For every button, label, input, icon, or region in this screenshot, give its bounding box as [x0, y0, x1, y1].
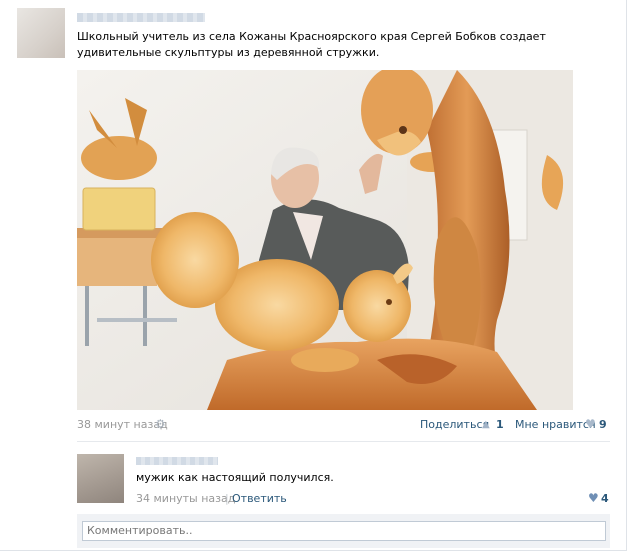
comment-time[interactable]: 34 минуты назад: [136, 492, 235, 505]
heart-icon[interactable]: ♥: [588, 491, 599, 505]
like-button[interactable]: Мне нравится: [515, 418, 596, 431]
gear-icon[interactable]: ⚙: [155, 417, 166, 431]
comment-text: мужик как настоящий получился.: [136, 471, 334, 484]
post-text: Школьный учитель из села Кожаны Краснояр…: [77, 30, 546, 59]
megaphone-icon[interactable]: ▲: [482, 419, 490, 430]
comment-box: [77, 514, 610, 548]
comment-separator: |: [225, 492, 229, 505]
author-name-blurred[interactable]: [77, 13, 205, 22]
post-meta: 38 минут назад ⚙ Поделиться ▲ 1 Мне нрав…: [77, 417, 607, 434]
comment-author-name-blurred[interactable]: [136, 457, 218, 465]
share-button[interactable]: Поделиться: [420, 418, 489, 431]
heart-icon[interactable]: ♥: [585, 417, 596, 431]
comment-like-count[interactable]: 4: [601, 492, 609, 505]
reply-button[interactable]: Ответить: [232, 492, 287, 505]
comment-author-avatar[interactable]: [77, 454, 124, 503]
like-count[interactable]: 9: [599, 418, 607, 431]
author-avatar[interactable]: [17, 8, 65, 58]
divider: [77, 441, 610, 442]
share-count[interactable]: 1: [496, 418, 504, 431]
post-photo[interactable]: [77, 70, 573, 410]
comment-input[interactable]: [82, 521, 606, 541]
